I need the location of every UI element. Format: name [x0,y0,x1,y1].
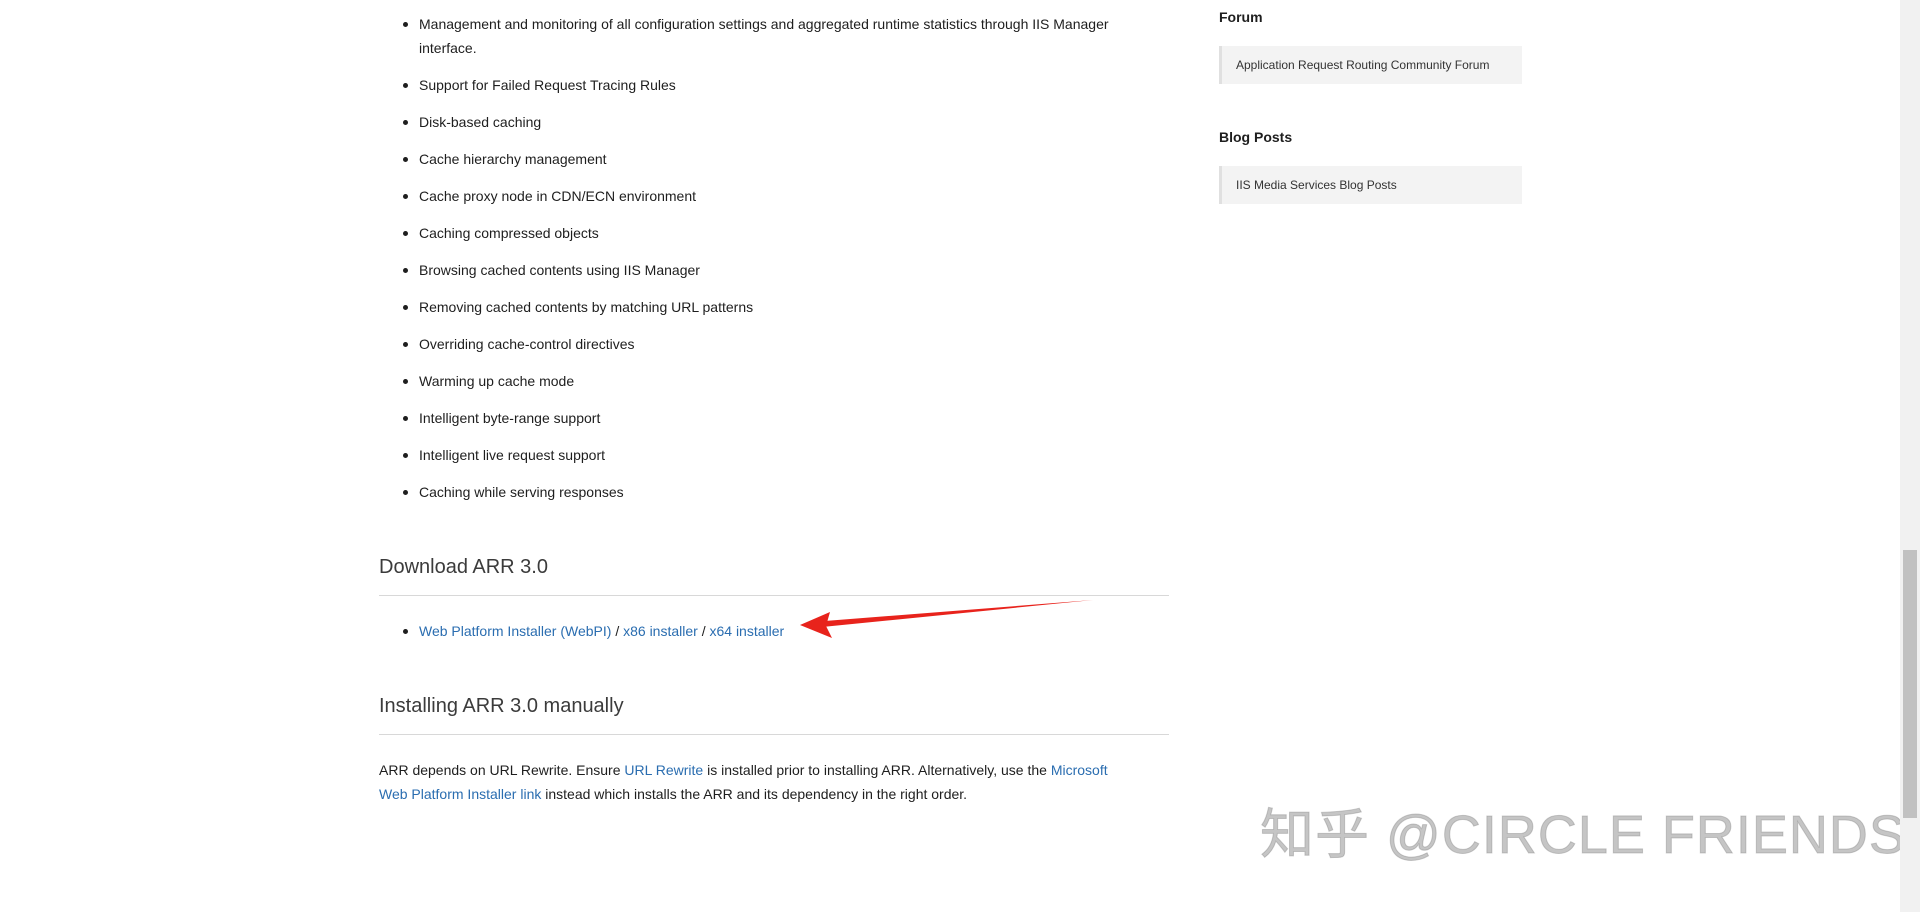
list-item-text: Cache proxy node in CDN/ECN environment [419,188,697,204]
bullet-icon [403,22,408,27]
blog-posts-link[interactable]: IIS Media Services Blog Posts [1219,166,1522,204]
x64-installer-link[interactable]: x64 installer [709,623,784,639]
list-item: Caching compressed objects [379,221,1139,245]
list-item: Management and monitoring of all configu… [379,12,1139,60]
bullet-icon [403,268,408,273]
bullet-icon [403,416,408,421]
list-item: Intelligent byte-range support [379,406,1139,430]
page-scrollbar[interactable] [1900,0,1920,912]
bullet-icon [403,157,408,162]
list-item: Caching while serving responses [379,480,1139,504]
download-links: Web Platform Installer (WebPI) / x86 ins… [419,619,1139,643]
install-text: is installed prior to installing ARR. Al… [703,762,1051,778]
list-item: Cache hierarchy management [379,147,1139,171]
list-item-text: Management and monitoring of all configu… [419,16,1109,56]
list-item: Browsing cached contents using IIS Manag… [379,258,1139,282]
bullet-icon [403,194,408,199]
list-item-text: Overriding cache-control directives [419,336,635,352]
list-item-text: Warming up cache mode [419,373,575,389]
list-item-text: Disk-based caching [419,114,542,130]
install-section-title: Installing ARR 3.0 manually [379,692,1169,735]
bullet-icon [403,379,408,384]
list-item-text: Caching compressed objects [419,225,599,241]
list-item: Intelligent live request support [379,443,1139,467]
watermark: 知乎 @CIRCLE FRIENDS [1260,805,1906,866]
x86-installer-link[interactable]: x86 installer [623,623,698,639]
list-item-text: Cache hierarchy management [419,151,607,167]
list-item-text: Removing cached contents by matching URL… [419,299,754,315]
blog-posts-heading: Blog Posts [1219,129,1293,145]
webpi-link[interactable]: Web Platform Installer (WebPI) [419,623,611,639]
link-separator: / [697,623,710,639]
bullet-icon [403,629,408,634]
install-paragraph: ARR depends on URL Rewrite. Ensure URL R… [379,758,1139,806]
bullet-icon [403,83,408,88]
list-item: Removing cached contents by matching URL… [379,295,1139,319]
scrollbar-thumb[interactable] [1903,550,1917,818]
list-item-text: Intelligent live request support [419,447,605,463]
list-item-text: Browsing cached contents using IIS Manag… [419,262,700,278]
install-text: ARR depends on URL Rewrite. Ensure [379,762,625,778]
list-item: Overriding cache-control directives [379,332,1139,356]
bullet-icon [403,342,408,347]
download-section-title: Download ARR 3.0 [379,553,1169,596]
bullet-icon [403,231,408,236]
bullet-icon [403,490,408,495]
bullet-icon [403,120,408,125]
forum-heading: Forum [1219,9,1263,25]
list-item-text: Intelligent byte-range support [419,410,601,426]
url-rewrite-link[interactable]: URL Rewrite [624,762,703,778]
page: Management and monitoring of all configu… [0,0,1920,912]
forum-link[interactable]: Application Request Routing Community Fo… [1219,46,1522,84]
list-item-text: Caching while serving responses [419,484,624,500]
list-item: Warming up cache mode [379,369,1139,393]
bullet-icon [403,305,408,310]
download-links-item: Web Platform Installer (WebPI) / x86 ins… [379,619,1139,643]
list-item: Disk-based caching [379,110,1139,134]
install-text: instead which installs the ARR and its d… [541,786,968,802]
list-item: Cache proxy node in CDN/ECN environment [379,184,1139,208]
list-item-text: Support for Failed Request Tracing Rules [419,77,676,93]
link-separator: / [611,623,624,639]
bullet-icon [403,453,408,458]
list-item: Support for Failed Request Tracing Rules [379,73,1139,97]
